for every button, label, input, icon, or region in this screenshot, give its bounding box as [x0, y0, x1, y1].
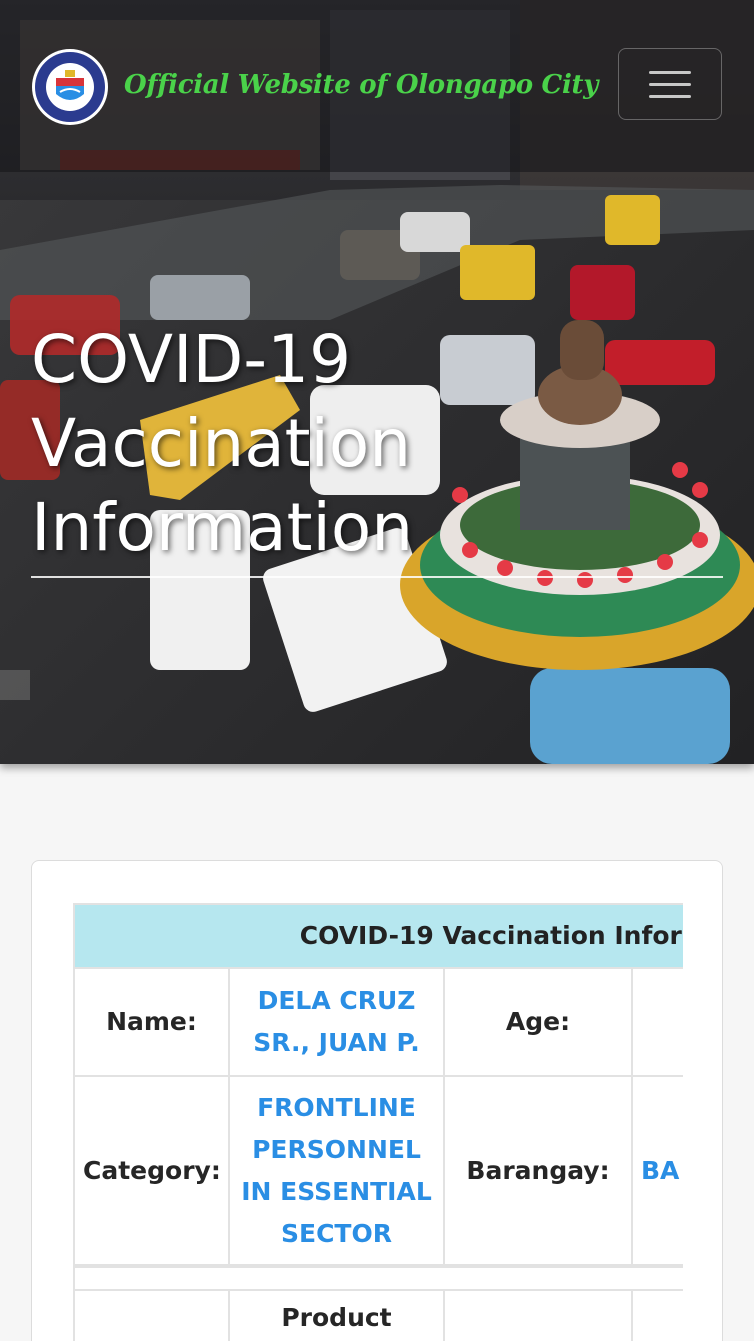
- table-row: Product H: [73, 1289, 683, 1341]
- page-title-line: Information: [31, 489, 414, 566]
- brand-title[interactable]: Official Website of Olongapo City: [124, 70, 598, 100]
- row-label: [443, 1289, 633, 1341]
- table-heading: COVID-19 Vaccination Information: [73, 903, 683, 969]
- olongapo-city-seal-icon[interactable]: [31, 48, 109, 126]
- name-label: Name:: [73, 967, 230, 1077]
- table-row: Name: DELA CRUZ SR., JUAN P. Age:: [73, 967, 683, 1077]
- barangay-value: BA: [630, 1075, 683, 1267]
- hamburger-menu-button[interactable]: [618, 48, 722, 120]
- category-label: Category:: [73, 1075, 230, 1267]
- table-row: Category: FRONTLINE PERSONNEL IN ESSENTI…: [73, 1075, 683, 1267]
- name-value: DELA CRUZ SR., JUAN P.: [228, 967, 445, 1077]
- age-label: Age:: [443, 967, 633, 1077]
- page-title-line: COVID-19: [31, 321, 352, 398]
- row-label: H: [630, 1289, 683, 1341]
- page-title-line: Vaccination: [31, 405, 412, 482]
- age-value: [630, 967, 683, 1077]
- hamburger-menu-icon: [649, 71, 691, 74]
- category-value: FRONTLINE PERSONNEL IN ESSENTIAL SECTOR: [228, 1075, 445, 1267]
- hamburger-menu-icon-bar: [649, 83, 691, 86]
- hamburger-menu-icon-bar: [649, 95, 691, 98]
- product-label: Product: [228, 1289, 445, 1341]
- barangay-label: Barangay:: [443, 1075, 633, 1267]
- vaccination-info-table: COVID-19 Vaccination Information Name: D…: [73, 903, 683, 1341]
- page-title: COVID-19 Vaccination Information: [31, 318, 591, 570]
- row-label: [73, 1289, 230, 1341]
- hero-banner: Official Website of Olongapo City COVID-…: [0, 0, 754, 764]
- table-spacer-row: [73, 1264, 683, 1291]
- table-scroll-container[interactable]: COVID-19 Vaccination Information Name: D…: [73, 903, 683, 1341]
- vaccination-info-card: COVID-19 Vaccination Information Name: D…: [31, 860, 723, 1341]
- top-navbar: Official Website of Olongapo City: [0, 0, 754, 172]
- title-divider: [31, 576, 723, 578]
